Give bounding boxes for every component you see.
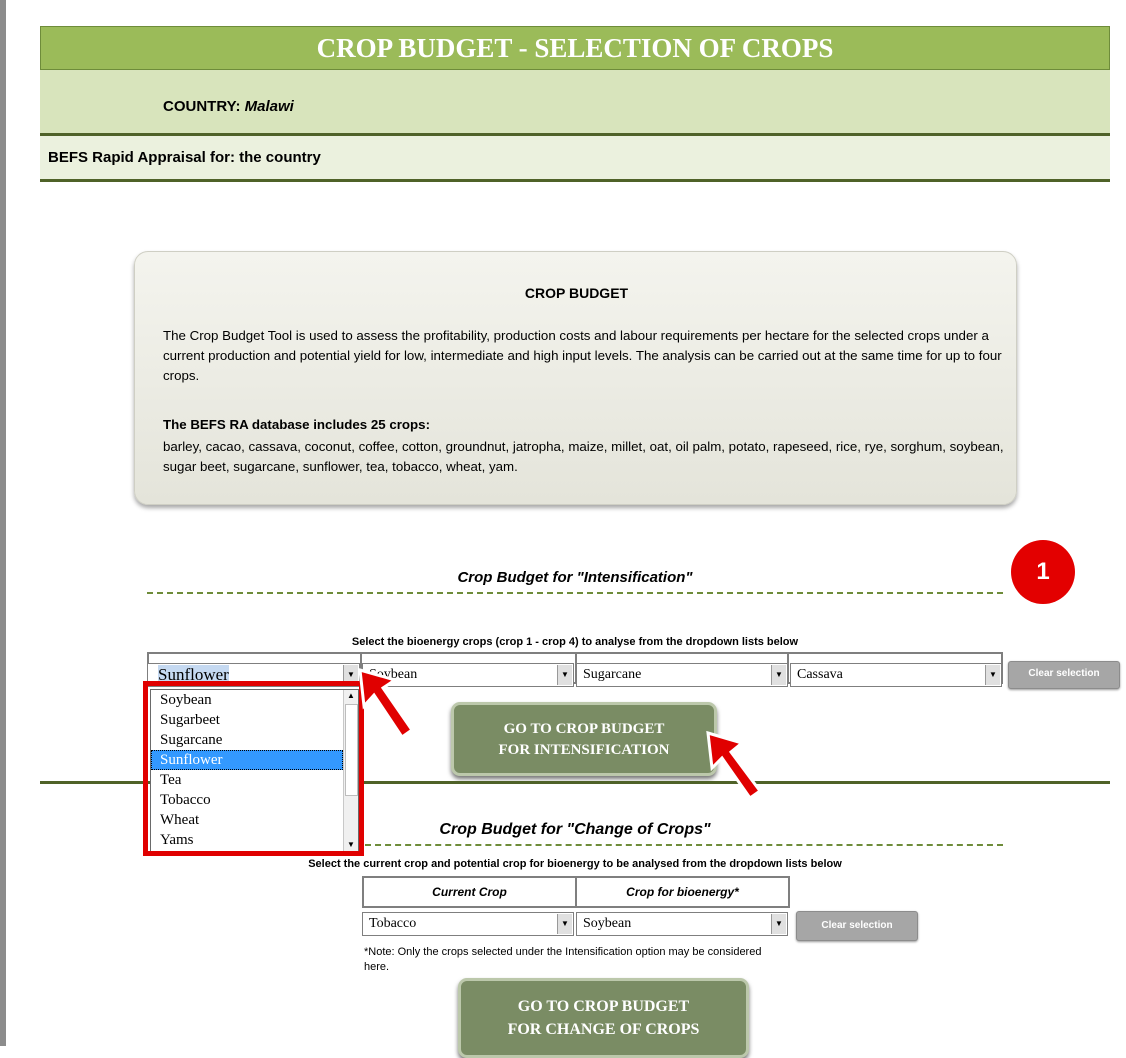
crop-4-value: Cassava (797, 667, 843, 682)
chevron-down-icon[interactable]: ▼ (557, 665, 572, 685)
pointer-arrow-icon (706, 730, 763, 801)
country-label-text: COUNTRY: (163, 98, 241, 115)
button-line: GO TO CROP BUDGET (503, 721, 665, 737)
intensification-title: Crop Budget for "Intensification" (457, 569, 693, 586)
chevron-down-icon[interactable]: ▼ (985, 665, 1000, 685)
clear-selection-button[interactable]: Clear selection (1008, 661, 1120, 689)
intensification-instruction: Select the bioenergy crops (crop 1 - cro… (351, 636, 799, 648)
change-instruction: Select the current crop and potential cr… (308, 858, 842, 870)
change-header-row: Current Crop Crop for bioenergy* (362, 876, 790, 908)
highlight-box (143, 681, 364, 856)
database-crop-list: barley, cacao, cassava, coconut, coffee,… (163, 439, 1004, 474)
bioenergy-crop-header: Crop for bioenergy* (626, 885, 739, 899)
befs-label-text: BEFS Rapid Appraisal for: (48, 149, 235, 166)
button-line: GO TO CROP BUDGET (517, 998, 690, 1015)
go-to-intensification-button[interactable]: GO TO CROP BUDGET FOR INTENSIFICATION (451, 702, 717, 776)
step-badge: 1 (1011, 540, 1075, 604)
country-label: COUNTRY: Malawi (163, 98, 294, 115)
note-text: *Note: Only the crops selected under the… (364, 946, 762, 973)
divider (40, 179, 1110, 182)
current-crop-value: Tobacco (369, 916, 417, 931)
dashed-divider (365, 844, 1003, 846)
info-box: CROP BUDGET The Crop Budget Tool is used… (134, 251, 1017, 505)
left-border (0, 0, 6, 1046)
befs-value: the country (239, 149, 321, 166)
go-to-change-of-crops-button[interactable]: GO TO CROP BUDGET FOR CHANGE OF CROPS (458, 978, 749, 1058)
pointer-arrow-icon (358, 667, 415, 740)
clear-selection-button-2[interactable]: Clear selection (796, 911, 918, 941)
database-title: The BEFS RA database includes 25 crops: (163, 417, 430, 432)
country-value: Malawi (244, 98, 294, 115)
chevron-down-icon[interactable]: ▼ (771, 665, 786, 685)
crop-4-select[interactable]: Cassava ▼ (790, 663, 1002, 687)
current-crop-select[interactable]: Tobacco ▼ (362, 912, 574, 936)
bioenergy-crop-select[interactable]: Soybean ▼ (576, 912, 788, 936)
bioenergy-crop-value: Soybean (583, 916, 632, 931)
dashed-divider (147, 592, 1003, 594)
info-title: CROP BUDGET (524, 285, 629, 301)
befs-label: BEFS Rapid Appraisal for: the country (48, 149, 321, 166)
chevron-down-icon[interactable]: ▼ (557, 914, 572, 934)
info-body: The Crop Budget Tool is used to assess t… (163, 328, 1002, 383)
button-line: FOR INTENSIFICATION (498, 742, 670, 758)
chevron-down-icon[interactable]: ▼ (771, 914, 786, 934)
current-crop-header: Current Crop (364, 878, 577, 906)
button-line: FOR CHANGE OF CROPS (507, 1021, 700, 1038)
crop-3-value: Sugarcane (583, 667, 642, 682)
crop-3-select[interactable]: Sugarcane ▼ (576, 663, 788, 687)
page-title: CROP BUDGET - SELECTION OF CROPS (40, 26, 1110, 70)
